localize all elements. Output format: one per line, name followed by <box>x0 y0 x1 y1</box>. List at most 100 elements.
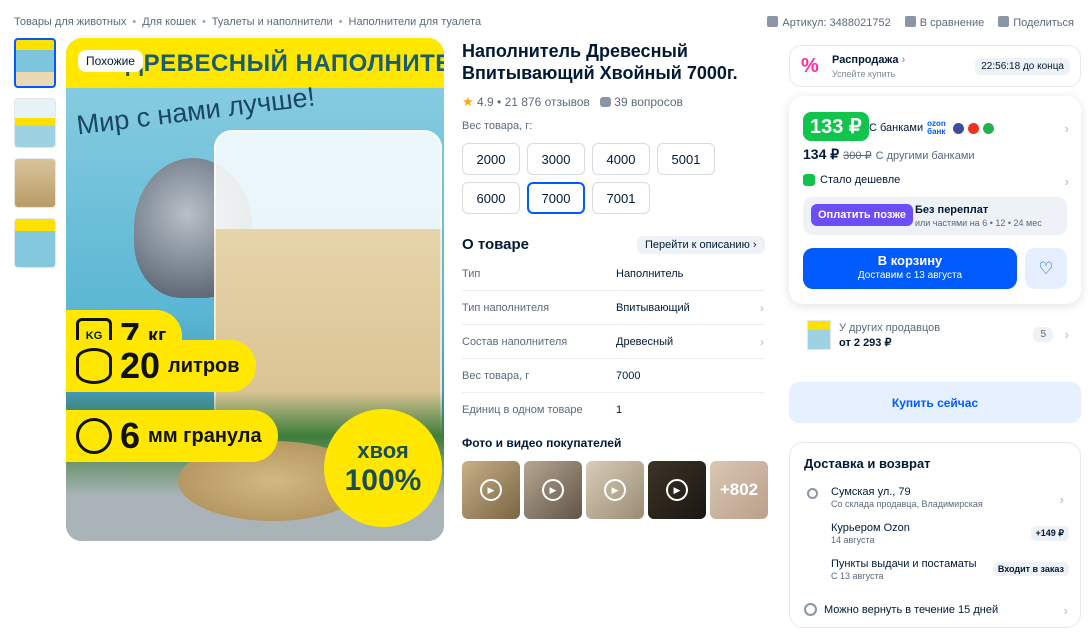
regular-price: 134 ₽300 ₽ С другими банками <box>803 146 975 163</box>
return-icon <box>804 603 817 616</box>
pine-badge: хвоя 100% <box>324 409 442 527</box>
customer-video[interactable]: ▶ <box>462 461 520 519</box>
other-banks-label: С другими банками <box>875 150 975 162</box>
chevron-right-icon: › <box>760 300 764 315</box>
share-button[interactable]: Поделиться <box>998 16 1074 29</box>
spec-value: 7000 <box>616 369 641 382</box>
granule-size-icon <box>76 418 112 454</box>
pay-later-subtitle: или частями на 6 • 12 • 24 мес <box>915 218 1042 228</box>
customer-video[interactable]: ▶ <box>586 461 644 519</box>
delivery-card: Доставка и возврат Сумская ул., 79 Со ск… <box>789 442 1081 628</box>
chevron-right-icon: › <box>1059 492 1064 507</box>
image-banner-text: ДРЕВЕСНЫЙ НАПОЛНИТЕЛЬ <box>126 50 444 77</box>
thumbnail[interactable] <box>14 218 56 268</box>
breadcrumb-item[interactable]: Товары для животных <box>14 16 126 28</box>
questions-link[interactable]: 39 вопросов <box>599 95 683 109</box>
return-policy[interactable]: Можно вернуть в течение 15 дней <box>804 603 998 616</box>
gallery-thumbnails <box>14 38 56 268</box>
product-main-image[interactable]: ДРЕВЕСНЫЙ НАПОЛНИТЕЛЬ Мир с нами лучше! … <box>66 38 444 541</box>
rating-row: ★ 4.9 • 21 876 отзывов 39 вопросов <box>462 94 683 110</box>
thumbnail[interactable] <box>14 98 56 148</box>
breadcrumb-item[interactable]: Для кошек <box>142 16 196 28</box>
arrow-down-icon <box>803 174 815 186</box>
weight-option[interactable]: 5001 <box>657 143 715 175</box>
chevron-right-icon: › <box>1064 327 1069 342</box>
pay-later-button[interactable]: Оплатить позже <box>811 204 913 226</box>
product-title: Наполнитель Древесный Впитывающий Хвойны… <box>462 41 738 83</box>
heart-icon: ♡ <box>1038 258 1054 278</box>
buy-now-button[interactable]: Купить сейчас <box>789 382 1081 423</box>
spec-row: Вес товара, г 7000 <box>462 359 764 393</box>
spec-key: Единиц в одном товаре <box>462 404 583 416</box>
spec-row: Единиц в одном товаре 1 <box>462 393 764 427</box>
feature-volume-unit: литров <box>168 354 240 377</box>
other-sellers[interactable]: У других продавцов от 2 293 ₽ 5 › <box>789 311 1081 365</box>
pine-badge-line2: 100% <box>344 464 422 497</box>
courier-price: +149 ₽ <box>1030 526 1069 541</box>
bank-price[interactable]: 133 ₽ <box>803 112 869 141</box>
bank-list[interactable]: С банками ozon банк <box>869 120 995 136</box>
add-to-cart-button[interactable]: В корзину Доставим с 13 августа <box>803 248 1017 289</box>
specs-list: Тип Наполнитель Тип наполнителя Впитывающи… <box>462 257 764 427</box>
about-title: О товаре <box>462 236 530 253</box>
other-sellers-price: от 2 293 ₽ <box>839 337 892 349</box>
breadcrumb-separator: • <box>338 16 343 28</box>
pine-badge-line1: хвоя <box>357 438 409 463</box>
customer-photos-title: Фото и видео покупателей <box>462 436 622 450</box>
thumbnail[interactable] <box>14 158 56 208</box>
feature-granule: 6 мм гранула <box>66 410 278 462</box>
return-label: Можно вернуть в течение 15 дней <box>824 603 999 616</box>
questions-count: 39 вопросов <box>614 95 683 109</box>
bank-icon <box>968 122 980 134</box>
compare-label: В сравнение <box>919 17 985 29</box>
pay-later-block[interactable]: Оплатить позже Без переплат или частями … <box>803 197 1067 235</box>
spec-row: Тип Наполнитель <box>462 257 764 291</box>
weight-option[interactable]: 2000 <box>462 143 520 175</box>
sale-card[interactable]: % Распродажа › Успейте купить 22:56:18 д… <box>789 45 1081 87</box>
breadcrumb-item[interactable]: Наполнители для туалета <box>349 16 482 28</box>
customer-video[interactable]: ▶ <box>524 461 582 519</box>
star-icon: ★ <box>462 94 474 109</box>
play-icon: ▶ <box>542 479 564 501</box>
share-label: Поделиться <box>1013 17 1074 29</box>
similar-button[interactable]: Похожие <box>78 50 143 72</box>
weight-option[interactable]: 3000 <box>527 143 585 175</box>
weight-option[interactable]: 4000 <box>592 143 650 175</box>
delivery-address[interactable]: Сумская ул., 79 Со склада продавца, Влад… <box>831 486 1071 509</box>
copy-icon <box>767 16 779 27</box>
location-pin-icon <box>807 488 818 499</box>
reviews-count: 21 876 отзывов <box>504 95 590 109</box>
favorite-button[interactable]: ♡ <box>1025 248 1067 289</box>
spec-key: Тип наполнителя <box>462 301 550 314</box>
article-number[interactable]: Артикул: 3488021752 <box>767 16 891 29</box>
delivery-date-label: Доставим с 13 августа <box>857 270 963 281</box>
sale-timer: 22:56:18 до конца <box>975 58 1070 75</box>
spec-row[interactable]: Состав наполнителя Древесный › <box>462 325 764 359</box>
customer-photos: ▶ ▶ ▶ ▶ +802 <box>462 461 768 519</box>
weight-option[interactable]: 6000 <box>462 182 520 214</box>
goto-description-button[interactable]: Перейти к описанию › <box>637 236 765 254</box>
price-dropped-row[interactable]: Стало дешевле <box>803 174 900 186</box>
compare-button[interactable]: В сравнение <box>904 16 985 29</box>
spec-value: Впитывающий <box>616 301 690 314</box>
spec-row[interactable]: Тип наполнителя Впитывающий › <box>462 291 764 325</box>
spec-value: 1 <box>616 404 623 416</box>
bank-label: С банками <box>869 122 924 134</box>
weight-label: Вес товара, г: <box>462 120 533 132</box>
customer-video[interactable]: ▶ <box>648 461 706 519</box>
bank-icon <box>953 122 965 134</box>
thumbnail[interactable] <box>14 38 56 88</box>
more-photos-button[interactable]: +802 <box>710 461 768 519</box>
feature-granule-unit: мм гранула <box>148 424 262 447</box>
seller-product-thumbnail <box>807 320 831 350</box>
rating-link[interactable]: ★ 4.9 • 21 876 отзывов <box>462 94 590 110</box>
address-text: Сумская ул., 79 <box>831 486 911 498</box>
breadcrumb-item[interactable]: Туалеты и наполнители <box>212 16 333 28</box>
feature-volume-value: 20 <box>120 345 161 386</box>
goto-description-label: Перейти к описанию <box>645 239 750 251</box>
delivery-pickup: Пункты выдачи и постаматы С 13 августа В… <box>831 558 1071 581</box>
price-dropped-label: Стало дешевле <box>820 174 901 186</box>
breadcrumb-separator: • <box>201 16 206 28</box>
weight-option-selected[interactable]: 7000 <box>527 182 585 214</box>
weight-option[interactable]: 7001 <box>592 182 650 214</box>
